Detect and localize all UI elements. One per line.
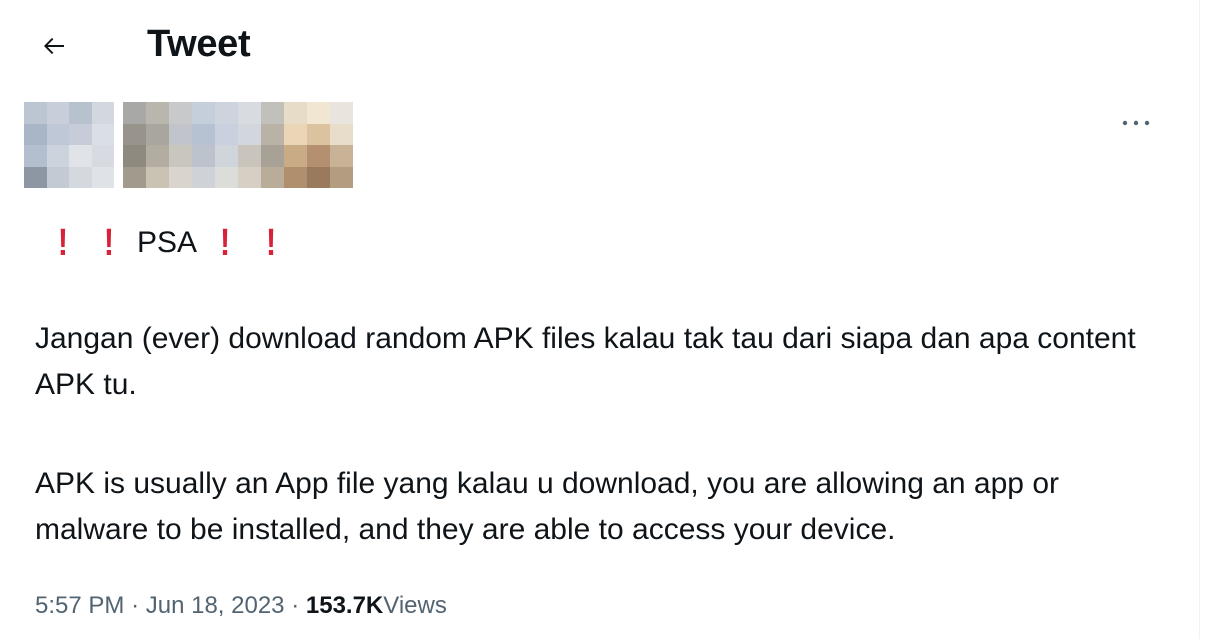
more-horizontal-icon bbox=[1122, 120, 1150, 126]
back-button[interactable] bbox=[30, 22, 78, 70]
views-count[interactable]: 153.7K bbox=[306, 592, 383, 619]
meta-separator: · bbox=[291, 592, 300, 619]
tweet-psa-line: ! ! PSA ! ! bbox=[35, 220, 1175, 266]
tweet-paragraph-2: APK is usually an App file yang kalau u … bbox=[35, 467, 1059, 546]
blurred-avatar[interactable] bbox=[24, 102, 114, 188]
tweet-meta: 5:57 PM · Jun 18, 2023 · 153.7KViews bbox=[35, 586, 535, 626]
page-header: Tweet bbox=[0, 0, 1199, 90]
red-exclamation-icon: ! bbox=[265, 222, 277, 264]
meta-separator: · bbox=[131, 592, 140, 619]
page-title: Tweet bbox=[147, 23, 251, 65]
psa-label: PSA bbox=[137, 226, 198, 259]
red-exclamation-icon: ! bbox=[103, 222, 115, 264]
red-exclamation-icon: ! bbox=[219, 222, 231, 264]
arrow-left-icon bbox=[44, 37, 64, 55]
tweet-time[interactable]: 5:57 PM bbox=[35, 592, 124, 619]
red-exclamation-icon: ! bbox=[57, 222, 69, 264]
views-label: Views bbox=[383, 592, 447, 619]
tweet-paragraph-1: Jangan (ever) download random APK files … bbox=[35, 322, 1136, 401]
more-options-button[interactable] bbox=[1118, 108, 1154, 138]
timeline-border bbox=[1199, 0, 1200, 639]
blurred-name[interactable] bbox=[123, 102, 353, 188]
tweet-date[interactable]: Jun 18, 2023 bbox=[146, 592, 285, 619]
